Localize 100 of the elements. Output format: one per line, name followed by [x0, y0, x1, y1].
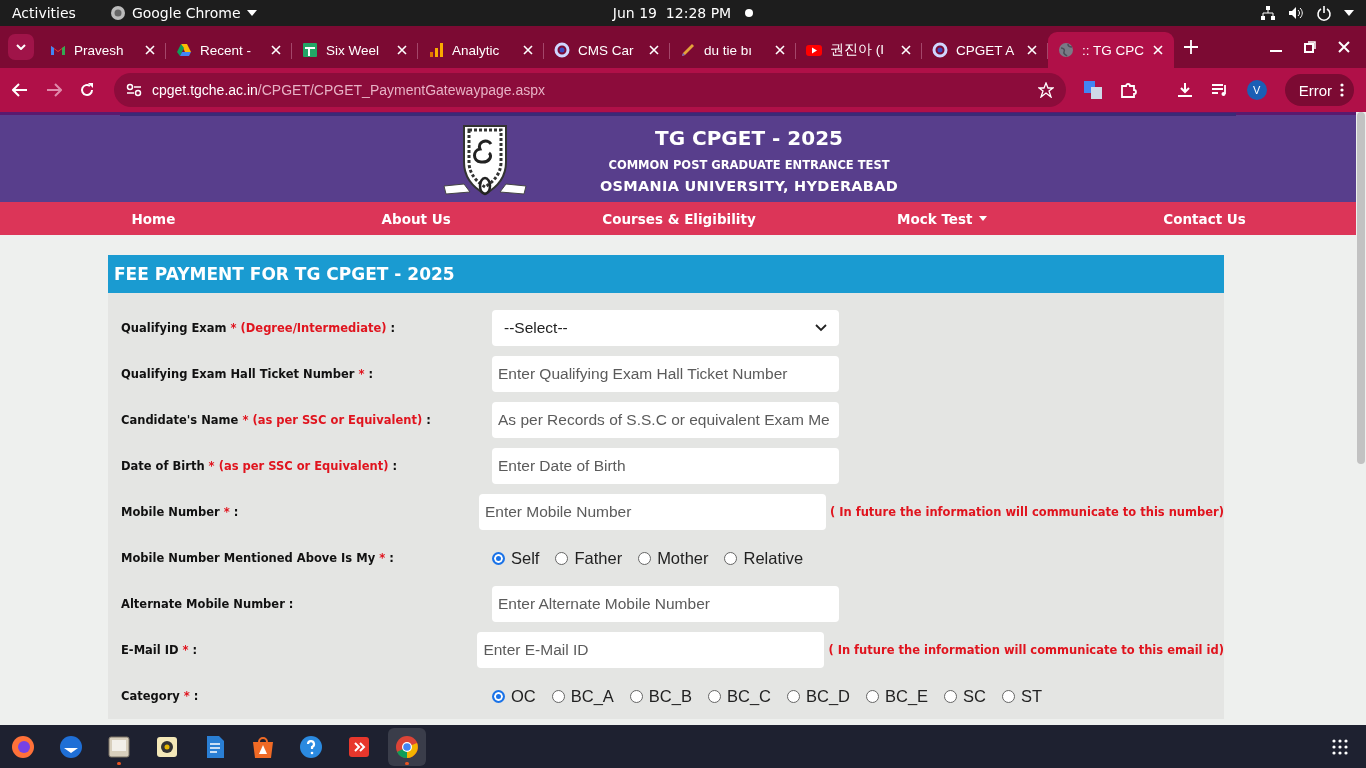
radio-label[interactable]: BC_B: [648, 686, 692, 706]
close-icon[interactable]: [144, 44, 156, 56]
radio-button[interactable]: [724, 551, 738, 565]
puzzle-icon[interactable]: [1120, 81, 1138, 99]
radio-button[interactable]: [492, 689, 505, 703]
clock[interactable]: Jun 19 12:28 PM: [612, 5, 732, 21]
close-icon[interactable]: [396, 44, 408, 56]
radio-button[interactable]: [1002, 689, 1016, 703]
browser-tab[interactable]: CPGET A: [922, 32, 1048, 68]
network-icon[interactable]: [1260, 5, 1276, 21]
app-menu[interactable]: Google Chrome: [131, 5, 241, 21]
field-label: Date of Birth * (as per SSC or Equivalent) :: [121, 459, 399, 473]
select-field[interactable]: --Select--: [492, 310, 839, 346]
help-icon: [298, 733, 324, 760]
tab-title: Six Weel: [326, 42, 381, 58]
caret-icon: [246, 10, 257, 16]
dock-item[interactable]: [388, 727, 426, 766]
tab-search-button[interactable]: [8, 34, 34, 60]
radio-label[interactable]: BC_D: [806, 686, 850, 706]
input-field[interactable]: Enter Date of Birth: [492, 448, 839, 484]
browser-tab[interactable]: Pravesh: [40, 32, 166, 68]
volume-icon[interactable]: [1288, 5, 1304, 21]
app-icon: [109, 5, 126, 21]
caret-icon[interactable]: [1344, 10, 1354, 16]
tab-title: Analytic: [452, 42, 501, 58]
radio-button[interactable]: [629, 689, 643, 703]
university-name: OSMANIA UNIVERSITY, HYDERABAD: [599, 178, 899, 194]
radio-button[interactable]: [944, 689, 958, 703]
radio-button[interactable]: [787, 689, 800, 703]
reload-icon[interactable]: [80, 83, 94, 97]
globe-icon: [1058, 42, 1074, 58]
site-settings-icon[interactable]: [126, 83, 142, 97]
radio-label[interactable]: BC_E: [885, 686, 929, 706]
tab-title: Recent -: [200, 42, 253, 58]
browser-tab[interactable]: 권진아 (I: [796, 32, 922, 68]
new-tab-icon[interactable]: [1184, 40, 1198, 54]
radio-button[interactable]: [492, 551, 505, 565]
back-icon[interactable]: [12, 83, 28, 97]
error-button[interactable]: Error: [1284, 74, 1354, 106]
input-field[interactable]: Enter Alternate Mobile Number: [492, 586, 839, 622]
radio-label[interactable]: Relative: [743, 548, 804, 568]
radio-button[interactable]: [555, 551, 569, 565]
close-icon[interactable]: [1338, 41, 1350, 53]
input-field[interactable]: As per Records of S.S.C or equivalent Exam Me: [492, 402, 839, 438]
download-icon[interactable]: [1176, 82, 1193, 98]
field-label: Qualifying Exam Hall Ticket Number * :: [121, 367, 375, 381]
activities-button[interactable]: Activities: [12, 5, 76, 21]
field-note: ( In future the information will communicate to this email id): [828, 643, 1224, 657]
nav-link[interactable]: Courses & Eligibility: [602, 210, 756, 227]
nav-link[interactable]: Contact Us: [1163, 210, 1246, 227]
radio-label[interactable]: Mother: [657, 548, 709, 568]
radio-label[interactable]: ST: [1021, 686, 1043, 706]
close-icon[interactable]: [522, 44, 534, 56]
chevron-icon: [815, 324, 827, 332]
media-icon[interactable]: [1210, 82, 1229, 98]
ring-icon: [932, 42, 948, 58]
radio-button[interactable]: [707, 689, 721, 703]
translate-icon[interactable]: [1084, 81, 1102, 99]
radio-label[interactable]: BC_C: [726, 686, 771, 706]
input-field[interactable]: Enter E-Mail ID: [477, 632, 825, 668]
close-icon[interactable]: [900, 44, 912, 56]
tab-title: 권진아 (I: [830, 41, 885, 59]
nav-link[interactable]: Mock Test: [897, 210, 987, 227]
input-field[interactable]: Enter Qualifying Exam Hall Ticket Number: [492, 356, 839, 392]
browser-tab[interactable]: :: TG CPC: [1048, 32, 1174, 68]
site-subtitle: COMMON POST GRADUATE ENTRANCE TEST: [608, 158, 890, 172]
app-grid-icon[interactable]: [1332, 738, 1348, 755]
radio-label[interactable]: OC: [511, 686, 536, 706]
input-field[interactable]: Enter Mobile Number: [478, 494, 826, 530]
browser-tab[interactable]: Analytic: [418, 32, 544, 68]
browser-tab[interactable]: CMS Car: [544, 32, 670, 68]
radio-button[interactable]: [866, 689, 879, 703]
address-bar[interactable]: cpget.tgche.ac.in/CPGET/CPGET_PaymentGatewaypage.aspx: [114, 73, 1066, 107]
close-icon[interactable]: [1152, 44, 1164, 56]
power-icon[interactable]: [1316, 5, 1332, 21]
nav-link[interactable]: About Us: [381, 210, 451, 227]
close-icon[interactable]: [774, 44, 786, 56]
tab-title: Pravesh: [74, 42, 125, 58]
radio-label[interactable]: BC_A: [570, 686, 614, 706]
forward-icon[interactable]: [46, 83, 62, 97]
nav-link[interactable]: Home: [131, 210, 176, 227]
close-icon[interactable]: [648, 44, 660, 56]
close-icon[interactable]: [270, 44, 282, 56]
radio-label[interactable]: SC: [963, 686, 987, 706]
field-label: Alternate Mobile Number :: [121, 597, 295, 611]
browser-tab[interactable]: Six Weel: [292, 32, 418, 68]
field-label: Candidate's Name * (as per SSC or Equivalent) :: [121, 413, 432, 427]
close-icon[interactable]: [1026, 44, 1038, 56]
star-icon[interactable]: [1038, 82, 1054, 98]
tab-title: CMS Car: [578, 42, 635, 58]
radio-button[interactable]: [638, 551, 652, 565]
bar-chart-icon: [428, 42, 444, 58]
maximize-icon[interactable]: [1304, 41, 1316, 53]
scrollbar[interactable]: [1357, 112, 1365, 464]
radio-label[interactable]: Father: [574, 548, 623, 568]
profile-avatar[interactable]: V: [1246, 80, 1267, 100]
browser-tab[interactable]: Recent -: [166, 32, 292, 68]
radio-button[interactable]: [551, 689, 565, 703]
radio-label[interactable]: Self: [511, 548, 540, 568]
browser-tab[interactable]: du tie bı: [670, 32, 796, 68]
